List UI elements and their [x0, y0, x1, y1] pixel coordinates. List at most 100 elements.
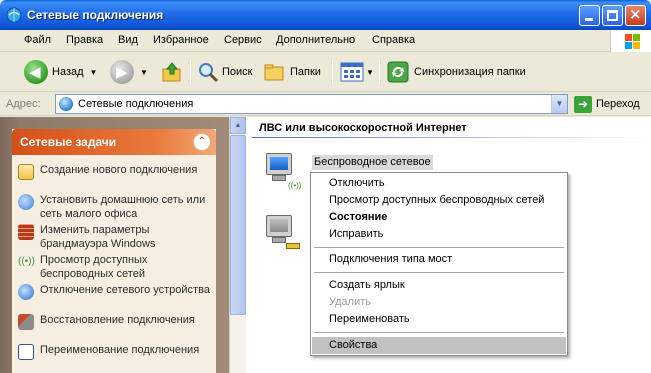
window-title: Сетевые подключения [27, 8, 164, 22]
rename-icon [18, 344, 34, 360]
address-bar: Адрес: Сетевые подключения ▼ ➜ Переход [0, 92, 651, 116]
toolbar-separator [332, 60, 333, 84]
address-input[interactable]: Сетевые подключения ▼ [55, 94, 568, 114]
search-label: Поиск [222, 66, 253, 78]
wireless-icon: ((•)) [18, 254, 35, 270]
network-connections-window: Сетевые подключения × Файл Правка Вид Из… [0, 0, 651, 373]
context-menu: Отключить Просмотр доступных беспроводны… [310, 172, 568, 356]
menu-separator [314, 247, 564, 248]
minimize-icon [585, 18, 593, 21]
network-tasks-panel: Сетевые задачи ⌃ Создание нового подключ… [12, 129, 216, 373]
views-icon [340, 62, 364, 82]
network-connections-icon [6, 7, 22, 23]
search-button[interactable]: Поиск [196, 58, 252, 86]
group-divider [252, 137, 651, 138]
home-network-icon [18, 194, 34, 210]
address-dropdown-icon[interactable]: ▼ [551, 95, 567, 113]
logo-red [625, 34, 632, 41]
menu-item-view-wireless[interactable]: Просмотр доступных беспроводных сетей [312, 192, 566, 209]
task-label: Отключение сетевого устройства [40, 284, 210, 296]
toolbar-separator [379, 60, 380, 84]
menu-item-shortcut[interactable]: Создать ярлык [312, 277, 566, 294]
new-connection-icon [18, 164, 34, 180]
network-connections-icon [59, 97, 73, 111]
pc-base-graphic [272, 175, 286, 181]
network-cable-icon [286, 243, 300, 249]
sync-folder-button[interactable]: Синхронизация папки [386, 58, 526, 86]
sync-icon [387, 61, 409, 83]
task-label: Создание нового подключения [40, 164, 198, 176]
address-label: Адрес: [6, 98, 41, 110]
scroll-thumb[interactable] [230, 135, 246, 315]
group-title: ЛВС или высокоскоростной Интернет [259, 122, 467, 134]
pc-base-graphic [272, 237, 286, 243]
screen-graphic [270, 219, 288, 232]
folders-icon [264, 64, 284, 81]
task-label: Изменить параметры брандмауэра Windows [40, 224, 156, 250]
folders-button[interactable]: Папки [263, 58, 321, 86]
address-value: Сетевые подключения [78, 98, 194, 110]
scroll-up-icon[interactable]: ▲ [230, 117, 246, 134]
menu-item-repair[interactable]: Исправить [312, 226, 566, 243]
menu-tools[interactable]: Сервис [224, 34, 262, 46]
task-label: Восстановление подключения [40, 314, 195, 326]
menu-advanced[interactable]: Дополнительно [276, 34, 355, 46]
back-label: Назад [52, 66, 84, 78]
folders-label: Папки [290, 66, 321, 78]
minimize-button[interactable] [579, 5, 600, 26]
toolbar: ◀ Назад ▼ ▶ ▼ Поиск Папки ▼ Синхронизаци… [0, 52, 651, 92]
close-icon: × [629, 5, 642, 23]
network-tasks-title: Сетевые задачи [20, 135, 117, 149]
wireless-connection-icon[interactable]: ((•)) [260, 151, 302, 193]
menu-separator [314, 272, 564, 273]
collapse-chevron-icon[interactable]: ⌃ [193, 133, 211, 151]
back-button[interactable]: ◀ Назад ▼ [24, 58, 97, 86]
back-arrow-icon: ◀ [24, 60, 48, 84]
task-label: Переименование подключения [40, 344, 200, 356]
up-folder-button[interactable] [160, 58, 184, 86]
task-label: Установить домашнюю сеть или сеть малого… [40, 194, 206, 220]
menu-file[interactable]: Файл [24, 34, 51, 46]
menu-favorites[interactable]: Избранное [153, 34, 209, 46]
screen-graphic [270, 157, 288, 170]
forward-button[interactable]: ▶ ▼ [110, 58, 148, 86]
menu-bar: Файл Правка Вид Избранное Сервис Дополни… [0, 30, 651, 52]
task-label: Просмотр доступных беспроводных сетей [40, 254, 148, 280]
views-dropdown-icon[interactable]: ▼ [366, 68, 374, 77]
title-bar[interactable]: Сетевые подключения × [0, 0, 651, 30]
back-dropdown-icon[interactable]: ▼ [90, 68, 98, 77]
menu-view[interactable]: Вид [118, 34, 138, 46]
menu-edit[interactable]: Правка [66, 34, 103, 46]
go-button[interactable]: Переход [596, 98, 640, 110]
menu-item-properties[interactable]: Свойства [312, 337, 566, 354]
toolbar-separator [190, 60, 191, 84]
go-arrow-icon[interactable]: ➜ [574, 96, 592, 113]
disable-device-icon [18, 284, 34, 300]
maximize-button[interactable] [602, 5, 623, 26]
task-pane: Сетевые задачи ⌃ Создание нового подключ… [0, 117, 229, 373]
up-folder-icon [162, 62, 181, 82]
forward-arrow-icon: ▶ [110, 60, 134, 84]
network-tasks-header[interactable]: Сетевые задачи ⌃ [12, 129, 216, 155]
maximize-icon [607, 10, 618, 21]
wireless-connection-label[interactable]: Беспроводное сетевое [312, 155, 433, 170]
monitor-graphic [266, 153, 292, 175]
logo-yellow [633, 42, 640, 49]
menu-item-rename[interactable]: Переименовать [312, 311, 566, 328]
menu-separator [314, 332, 564, 333]
close-button[interactable]: × [625, 5, 646, 26]
windows-logo-icon [610, 30, 651, 52]
menu-item-delete: Удалить [329, 296, 371, 308]
lan-connection-icon[interactable] [260, 213, 302, 255]
task-pane-scrollbar[interactable]: ▲ [229, 117, 246, 373]
logo-blue [625, 42, 632, 49]
views-button[interactable]: ▼ [340, 58, 374, 86]
menu-item-status[interactable]: Состояние [312, 209, 566, 226]
menu-item-bridge[interactable]: Подключения типа мост [312, 251, 566, 268]
sync-label: Синхронизация папки [414, 66, 526, 78]
menu-help[interactable]: Справка [372, 34, 415, 46]
forward-dropdown-icon[interactable]: ▼ [140, 68, 148, 77]
menu-item-disconnect[interactable]: Отключить [312, 175, 566, 192]
repair-icon [18, 314, 34, 330]
wireless-waves-icon: ((•)) [288, 181, 302, 190]
